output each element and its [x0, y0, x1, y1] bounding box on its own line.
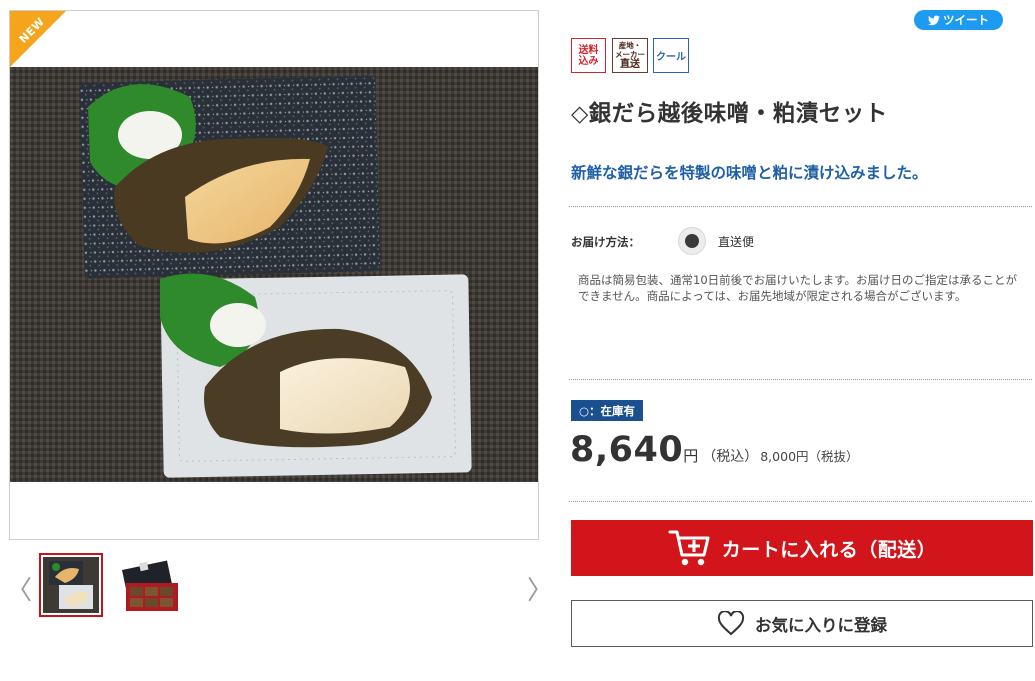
product-catchcopy: 新鮮な銀だらを特製の味噌と粕に漬け込みました。: [571, 164, 928, 182]
price-tax-included: （税込）: [702, 449, 759, 465]
price-tax-excluded: 8,000円（税抜）: [760, 449, 859, 464]
thumbnail-package[interactable]: [118, 553, 182, 617]
delivery-method-label: お届け方法：: [571, 235, 640, 249]
stock-status-badge: ○：在庫有: [571, 400, 644, 421]
favorite-button-label: お気に入りに登録: [755, 615, 887, 635]
tweet-button[interactable]: ツイート: [914, 10, 1003, 30]
twitter-bird-icon: [928, 14, 940, 25]
cart-icon: [668, 530, 710, 566]
tweet-label: ツイート: [943, 13, 989, 27]
thumbnail-dish[interactable]: [39, 553, 103, 617]
add-to-cart-button[interactable]: カートに入れる（配送）: [571, 520, 1033, 576]
cool-delivery-badge: クール: [653, 38, 689, 73]
price: 8,640円 （税込） 8,000円（税抜）: [570, 430, 859, 470]
shipping-included-badge: 送料 込み: [571, 38, 606, 73]
product-photo: [10, 67, 538, 482]
thumbnail-next-arrow[interactable]: 〉: [527, 570, 553, 607]
main-product-image[interactable]: NEW: [9, 10, 539, 540]
new-ribbon: NEW: [10, 11, 66, 67]
divider: [569, 206, 1032, 207]
delivery-option-label: 直送便: [718, 235, 755, 249]
thumbnail-prev-arrow[interactable]: 〈: [6, 570, 32, 607]
direct-shipping-badge: 産地・ メーカー 直送: [612, 38, 648, 73]
add-to-favorites-button[interactable]: お気に入りに登録: [571, 600, 1033, 647]
product-title: ◇銀だら越後味噌・粕漬セット: [571, 101, 888, 127]
price-amount: 8,640: [570, 430, 684, 470]
divider: [569, 501, 1032, 502]
divider: [569, 379, 1032, 380]
heart-icon: [717, 611, 745, 636]
delivery-radio[interactable]: [678, 227, 706, 255]
cart-button-label: カートに入れる（配送）: [721, 538, 937, 561]
delivery-note: 商品は簡易包装、通常10日前後でお届けいたします。お届け日のご指定は承ることがで…: [578, 273, 1017, 303]
new-label: NEW: [16, 15, 48, 46]
price-yen: 円: [683, 447, 699, 465]
